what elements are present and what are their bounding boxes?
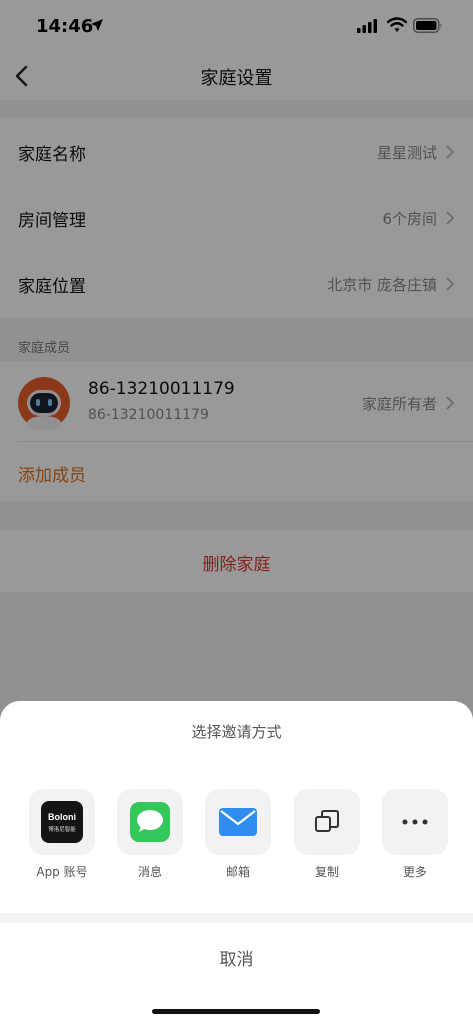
messages-icon xyxy=(130,802,170,842)
share-option-label: App 账号 xyxy=(36,865,88,879)
share-tile: Boloni 博洛尼智能 xyxy=(29,789,95,855)
share-option-label: 复制 xyxy=(314,865,339,879)
share-option-messages[interactable]: 消息 xyxy=(117,789,183,889)
share-option-more[interactable]: 更多 xyxy=(382,789,448,889)
invite-method-sheet: 选择邀请方式 Boloni 博洛尼智能 App 账号 消息 邮箱 复制 更多 取… xyxy=(0,701,473,1024)
share-tile xyxy=(294,789,360,855)
sheet-title: 选择邀请方式 xyxy=(191,723,282,741)
more-icon xyxy=(402,819,428,825)
brand-line-2: 博洛尼智能 xyxy=(48,825,76,833)
share-tile xyxy=(205,789,271,855)
share-tile xyxy=(382,789,448,855)
share-tile xyxy=(117,789,183,855)
boloni-app-icon: Boloni 博洛尼智能 xyxy=(41,801,83,843)
home-indicator[interactable] xyxy=(152,1009,320,1014)
share-option-label: 消息 xyxy=(137,865,162,879)
brand-line-1: Boloni xyxy=(48,812,76,822)
share-options-panel: 选择邀请方式 Boloni 博洛尼智能 App 账号 消息 邮箱 复制 更多 xyxy=(0,701,473,913)
mail-icon xyxy=(219,808,257,836)
share-option-mail[interactable]: 邮箱 xyxy=(205,789,271,889)
share-option-label: 邮箱 xyxy=(225,865,250,879)
copy-icon xyxy=(315,810,339,832)
cancel-button[interactable]: 取消 xyxy=(0,945,473,970)
share-option-label: 更多 xyxy=(402,865,427,879)
share-option-app-account[interactable]: Boloni 博洛尼智能 App 账号 xyxy=(29,789,95,889)
share-option-copy[interactable]: 复制 xyxy=(294,789,360,889)
